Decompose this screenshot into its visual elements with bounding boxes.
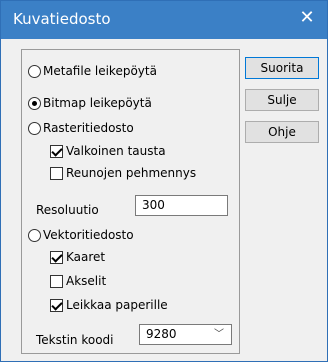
radio-bitmap[interactable]: Bitmap leikepöytä bbox=[28, 94, 152, 112]
help-button[interactable]: Ohje bbox=[245, 121, 319, 143]
text-code-row: Tekstin koodi bbox=[36, 331, 114, 349]
checkbox-arcs[interactable]: Kaaret bbox=[50, 248, 105, 266]
title-bar[interactable]: Kuvatiedosto ✕ bbox=[1, 1, 327, 39]
checkbox-axes-box[interactable] bbox=[50, 274, 63, 288]
radio-bitmap-button[interactable] bbox=[28, 96, 41, 110]
dialog-window: Kuvatiedosto ✕ Metafile leikepöytä Bitma… bbox=[0, 0, 328, 362]
resolution-row: Resoluutio bbox=[36, 201, 99, 219]
checkbox-clip-label: Leikkaa paperille bbox=[66, 298, 168, 312]
text-code-value: 9280 bbox=[146, 327, 177, 341]
radio-raster-button[interactable] bbox=[28, 121, 41, 135]
text-code-label: Tekstin koodi bbox=[36, 333, 114, 347]
radio-metafile-button[interactable] bbox=[28, 64, 41, 78]
close-icon[interactable]: ✕ bbox=[297, 8, 317, 28]
radio-raster-label: Rasteritiedosto bbox=[43, 121, 134, 135]
radio-vector-label: Vektoritiedosto bbox=[43, 228, 134, 242]
radio-metafile[interactable]: Metafile leikepöytä bbox=[28, 62, 157, 80]
window-title: Kuvatiedosto bbox=[13, 10, 111, 28]
checkbox-antialias-label: Reunojen pehmennys bbox=[66, 166, 197, 180]
checkbox-axes-label: Akselit bbox=[66, 274, 107, 288]
text-code-select[interactable]: 9280 ﹀ bbox=[139, 324, 232, 345]
radio-vector-button[interactable] bbox=[28, 228, 41, 242]
checkbox-clip-box[interactable] bbox=[50, 298, 63, 312]
radio-bitmap-label: Bitmap leikepöytä bbox=[43, 96, 152, 110]
checkbox-axes[interactable]: Akselit bbox=[50, 272, 106, 290]
options-group: Metafile leikepöytä Bitmap leikepöytä Ra… bbox=[21, 49, 240, 354]
checkbox-antialias[interactable]: Reunojen pehmennys bbox=[50, 164, 196, 182]
radio-raster[interactable]: Rasteritiedosto bbox=[28, 119, 134, 137]
checkbox-white-bg-box[interactable] bbox=[50, 144, 63, 158]
checkbox-white-bg-label: Valkoinen tausta bbox=[66, 144, 166, 158]
chevron-down-icon[interactable]: ﹀ bbox=[214, 325, 224, 344]
checkbox-white-bg[interactable]: Valkoinen tausta bbox=[50, 142, 166, 160]
checkbox-arcs-label: Kaaret bbox=[66, 250, 106, 264]
radio-metafile-label: Metafile leikepöytä bbox=[43, 64, 157, 78]
run-button[interactable]: Suorita bbox=[245, 57, 319, 79]
checkbox-clip[interactable]: Leikkaa paperille bbox=[50, 296, 168, 314]
radio-vector[interactable]: Vektoritiedosto bbox=[28, 226, 134, 244]
close-button[interactable]: Sulje bbox=[245, 89, 319, 111]
checkbox-arcs-box[interactable] bbox=[50, 250, 63, 264]
checkbox-antialias-box[interactable] bbox=[50, 166, 63, 180]
resolution-label: Resoluutio bbox=[36, 203, 99, 217]
resolution-input[interactable]: 300 bbox=[135, 195, 228, 216]
